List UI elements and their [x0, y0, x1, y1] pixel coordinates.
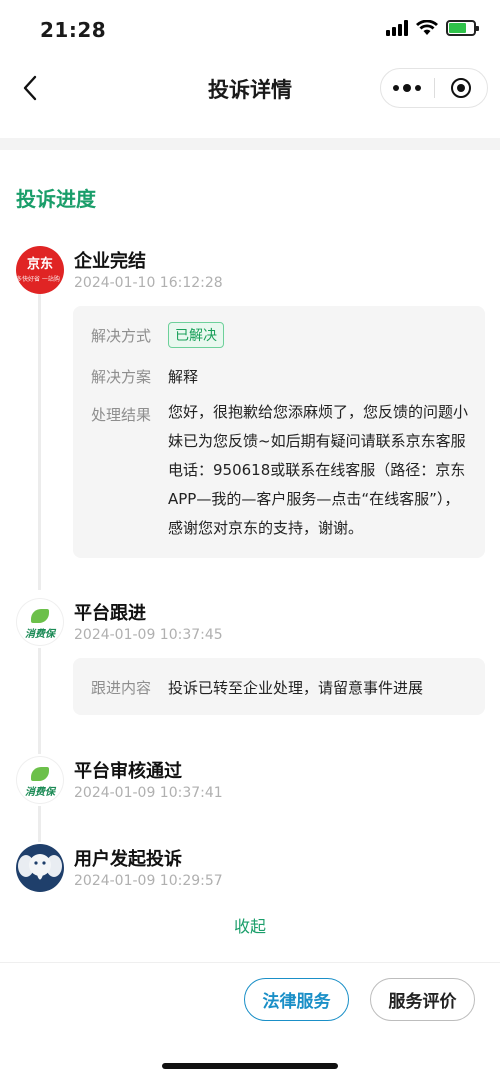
xiaofeibao-logo-avatar: 消费保 — [16, 756, 64, 804]
content-value: 投诉已转至企业处理，请留意事件进展 — [168, 679, 424, 697]
signal-icon — [386, 20, 408, 36]
followup-detail-box: 跟进内容 投诉已转至企业处理，请留意事件进展 — [73, 658, 485, 715]
mini-program-capsule — [380, 68, 488, 108]
timeline-line — [38, 294, 41, 590]
close-mini-program-button[interactable] — [435, 69, 488, 107]
section-title: 投诉进度 — [16, 187, 96, 211]
event-title: 用户发起投诉 — [74, 849, 182, 870]
event-time: 2024-01-10 16:12:28 — [74, 275, 223, 291]
target-icon — [450, 78, 471, 98]
status-bar: 21:28 — [0, 0, 500, 58]
nav-bar: 投诉详情 — [0, 58, 500, 120]
home-indicator — [162, 1063, 338, 1069]
more-button[interactable] — [381, 69, 434, 107]
bottom-divider — [0, 962, 500, 963]
leaf-icon — [31, 766, 49, 781]
status-time: 21:28 — [40, 18, 107, 42]
timeline-line — [38, 806, 41, 842]
plan-value: 解释 — [168, 368, 199, 386]
event-time: 2024-01-09 10:29:57 — [74, 873, 223, 889]
event-time: 2024-01-09 10:37:41 — [74, 785, 223, 801]
result-label: 处理结果 — [91, 406, 152, 424]
jd-logo-avatar: 京东 多快好省 一站购齐 — [16, 246, 64, 294]
xiaofeibao-logo-avatar: 消费保 — [16, 598, 64, 646]
event-title: 平台跟进 — [74, 603, 146, 624]
xiaofeibao-logo-text: 消费保 — [25, 786, 55, 798]
leaf-icon — [31, 608, 49, 623]
service-rating-button[interactable]: 服务评价 — [370, 978, 475, 1021]
collapse-button[interactable]: 收起 — [0, 913, 500, 937]
resolution-detail-box: 解决方式 已解决 解决方案 解释 处理结果 您好，很抱歉给您添麻烦了，您反馈的问… — [73, 306, 485, 558]
user-avatar — [16, 844, 64, 892]
section-separator — [0, 138, 500, 150]
event-title: 企业完结 — [74, 251, 146, 272]
event-title: 平台审核通过 — [74, 761, 182, 782]
legal-service-button[interactable]: 法律服务 — [244, 978, 349, 1021]
content-label: 跟进内容 — [91, 679, 152, 697]
event-time: 2024-01-09 10:37:45 — [74, 627, 223, 643]
jd-logo-subtext: 多快好省 一站购齐 — [16, 275, 60, 292]
status-badge: 已解决 — [168, 322, 224, 348]
battery-icon — [446, 20, 479, 36]
status-icons — [386, 20, 479, 36]
elephant-icon — [18, 854, 62, 880]
result-value: 您好，很抱歉给您添麻烦了，您反馈的问题小妹已为您反馈~如后期有疑问请联系京东客服… — [168, 403, 469, 537]
timeline-line — [38, 648, 41, 754]
xiaofeibao-logo-text: 消费保 — [25, 628, 55, 640]
plan-label: 解决方案 — [91, 368, 152, 386]
jd-logo-text: 京东 — [26, 256, 53, 272]
wifi-icon — [416, 20, 438, 35]
method-label: 解决方式 — [91, 327, 152, 345]
